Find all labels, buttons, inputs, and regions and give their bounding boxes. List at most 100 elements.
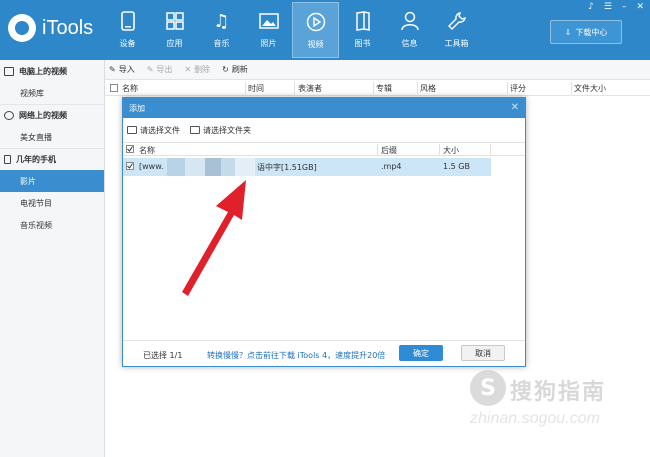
sidebar-section-title: 网络上的视频 <box>19 111 67 120</box>
annotation-arrow-icon <box>182 180 246 296</box>
phone-icon <box>117 10 139 32</box>
dialog-footer: 已选择 1/1 转换慢慢？点击前往下载 iTools 4，速度提升20倍 确定 … <box>123 340 525 366</box>
sidebar-section-online: 网络上的视频 <box>0 104 104 126</box>
minimize-icon[interactable]: – <box>622 2 627 12</box>
column-name[interactable]: 名称 <box>122 83 138 94</box>
sidebar-item-label: 视频库 <box>20 88 44 98</box>
column-divider <box>245 82 246 94</box>
dialog-column-name[interactable]: 名称 <box>139 145 155 156</box>
column-rating[interactable]: 评分 <box>510 83 526 94</box>
column-file-size[interactable]: 文件大小 <box>574 83 606 94</box>
selection-count: 已选择 1/1 <box>143 351 183 360</box>
apps-icon <box>164 10 186 32</box>
cancel-label: 取消 <box>475 348 491 358</box>
delete-icon: ✕ <box>184 65 192 74</box>
refresh-label: 刷新 <box>231 65 248 74</box>
download-center-button[interactable]: ⇩ 下载中心 <box>550 20 622 44</box>
column-divider <box>373 82 374 94</box>
itools-logo-icon <box>8 14 36 42</box>
tab-info[interactable]: 信息 <box>386 2 433 58</box>
column-genre[interactable]: 风格 <box>420 83 436 94</box>
video-icon <box>305 11 327 33</box>
tab-info-label: 信息 <box>401 39 418 48</box>
sidebar-item-live[interactable]: 美女直播 <box>0 126 104 148</box>
file-icon <box>127 126 137 134</box>
refresh-icon: ↻ <box>222 65 229 74</box>
sidebar-item-movies[interactable]: 影片 <box>0 170 104 192</box>
upgrade-hint-link[interactable]: 转换慢慢？点击前往下载 iTools 4，速度提升20倍 <box>207 350 385 361</box>
sidebar-section-title: 电脑上的视频 <box>19 66 67 76</box>
app-name: iTools <box>42 16 94 39</box>
import-button[interactable]: ✎ 导入 <box>109 64 135 75</box>
menu-icon[interactable]: ☰ <box>604 2 612 12</box>
sidebar-item-tv-shows[interactable]: 电视节目 <box>0 192 104 214</box>
dialog-title-bar: 添加 ✕ <box>123 98 525 118</box>
sidebar-item-label: 音乐视频 <box>20 220 52 230</box>
file-size: 1.5 GB <box>443 162 470 171</box>
watermark-logo-icon: S <box>470 370 506 406</box>
select-all-checkbox[interactable] <box>110 83 118 92</box>
window-controls: ♪ ☰ – ✕ <box>588 2 644 12</box>
delete-label: 删除 <box>194 65 211 74</box>
column-divider <box>507 82 508 94</box>
column-artist[interactable]: 表演者 <box>298 83 322 94</box>
dialog-column-ext[interactable]: 后缀 <box>381 145 397 156</box>
sidebar-section-title: 几年的手机 <box>16 155 56 164</box>
sidebar-section-pc: 电脑上的视频 <box>0 60 104 82</box>
sidebar-item-label: 电视节目 <box>20 198 52 208</box>
photo-icon <box>258 10 280 32</box>
download-center-label: 下载中心 <box>575 27 608 37</box>
dialog-select-all-checkbox[interactable] <box>126 144 134 153</box>
tab-books[interactable]: 图书 <box>339 2 386 58</box>
tab-toolbox[interactable]: 工具箱 <box>433 2 480 58</box>
watermark-url: zhinan.sogou.com <box>470 410 600 427</box>
phone-small-icon <box>4 155 11 164</box>
dialog-title: 添加 <box>129 103 145 113</box>
tab-video-label: 视频 <box>307 40 324 49</box>
sidebar-item-label: 美女直播 <box>20 132 52 142</box>
delete-button[interactable]: ✕ 删除 <box>184 64 210 75</box>
wrench-icon <box>446 10 468 32</box>
tab-video[interactable]: 视频 <box>292 2 339 58</box>
tab-photos[interactable]: 照片 <box>245 2 292 58</box>
refresh-button[interactable]: ↻ 刷新 <box>222 64 248 75</box>
watermark-text: 搜狗指南 <box>510 380 607 405</box>
export-button[interactable]: ✎ 导出 <box>147 64 173 75</box>
dialog-close-icon[interactable]: ✕ <box>511 102 519 113</box>
file-extension: .mp4 <box>381 162 402 171</box>
tab-music-label: 音乐 <box>213 39 230 48</box>
column-divider <box>439 144 440 155</box>
tab-apps[interactable]: 应用 <box>151 2 198 58</box>
dialog-table-header: 名称 后缀 大小 <box>123 142 525 156</box>
cancel-button[interactable]: 取消 <box>461 345 505 361</box>
import-label: 导入 <box>118 65 135 74</box>
dialog-column-size[interactable]: 大小 <box>443 145 459 156</box>
tab-music[interactable]: ♫ 音乐 <box>198 2 245 58</box>
column-time[interactable]: 时间 <box>248 83 264 94</box>
import-icon: ✎ <box>109 65 116 74</box>
tab-device[interactable]: 设备 <box>104 2 151 58</box>
export-label: 导出 <box>156 65 173 74</box>
tab-apps-label: 应用 <box>166 39 183 48</box>
music-icon: ♫ <box>213 10 230 32</box>
column-divider <box>294 82 295 94</box>
video-table-header: 名称 时间 表演者 专辑 风格 评分 文件大小 <box>105 80 650 96</box>
close-icon[interactable]: ✕ <box>636 2 644 12</box>
column-divider <box>377 144 378 155</box>
dialog-toolbar: 请选择文件 请选择文件夹 <box>123 118 525 142</box>
select-folder-button[interactable]: 请选择文件夹 <box>190 125 251 136</box>
music-mini-icon[interactable]: ♪ <box>588 2 594 12</box>
book-icon <box>352 10 374 32</box>
sidebar-item-video-library[interactable]: 视频库 <box>0 82 104 104</box>
column-divider <box>571 82 572 94</box>
select-file-label: 请选择文件 <box>140 125 180 135</box>
sidebar-item-music-videos[interactable]: 音乐视频 <box>0 214 104 236</box>
select-file-button[interactable]: 请选择文件 <box>127 125 180 136</box>
confirm-button[interactable]: 确定 <box>399 345 443 361</box>
file-name-prefix: [www. <box>139 162 164 171</box>
file-row-checkbox[interactable] <box>126 161 134 170</box>
app-logo: iTools <box>8 14 93 42</box>
column-album[interactable]: 专辑 <box>376 83 392 94</box>
tab-device-label: 设备 <box>119 39 136 48</box>
tab-photos-label: 照片 <box>260 39 277 48</box>
